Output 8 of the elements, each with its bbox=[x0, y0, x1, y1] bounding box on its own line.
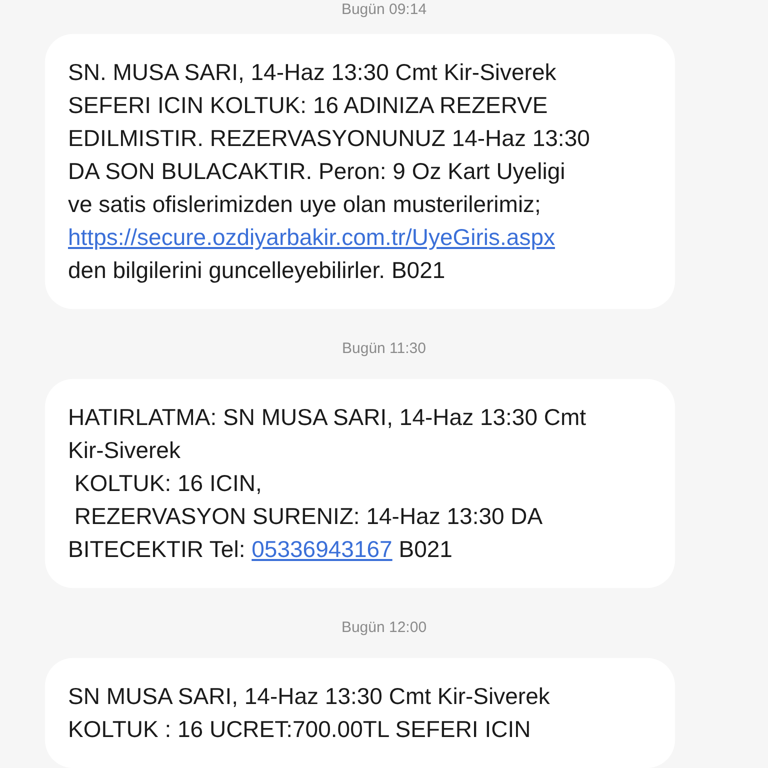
message-timestamp: Bugün 09:14 bbox=[341, 0, 427, 20]
message-bubble: HATIRLATMA: SN MUSA SARI, 14-Haz 13:30 Cmt Kir-Siverek KOLTUK: 16 ICIN, REZERVASYON SURENIZ: 14-Haz 13:30 DA BITECEKTIR Tel: 05336943167 B021 bbox=[45, 379, 675, 588]
message-bubble: SN MUSA SARI, 14-Haz 13:30 Cmt Kir-Siverek KOLTUK : 16 UCRET:700.00TL SEFERI ICIN bbox=[45, 658, 675, 768]
message-timestamp: Bugün 12:00 bbox=[341, 618, 427, 638]
message-bubble: SN. MUSA SARI, 14-Haz 13:30 Cmt Kir-Siverek SEFERI ICIN KOLTUK: 16 ADINIZA REZERVE EDILMISTIR. REZERVASYONUNUZ 14-Haz 13:30 DA SON BULACAKTIR. Peron: 9 Oz Kart Uyeligi ve satis ofislerimizden uye olan musterilerimiz; https://secure.ozdiyarbakir.com.tr/UyeGiris.aspx den bilgilerini guncelleyebilirler. B021 bbox=[45, 34, 675, 309]
message-timestamp: Bugün 11:30 bbox=[342, 339, 426, 359]
message-link[interactable]: 05336943167 bbox=[252, 536, 392, 562]
message-link[interactable]: https://secure.ozdiyarbakir.com.tr/UyeGiris.aspx bbox=[68, 224, 555, 250]
